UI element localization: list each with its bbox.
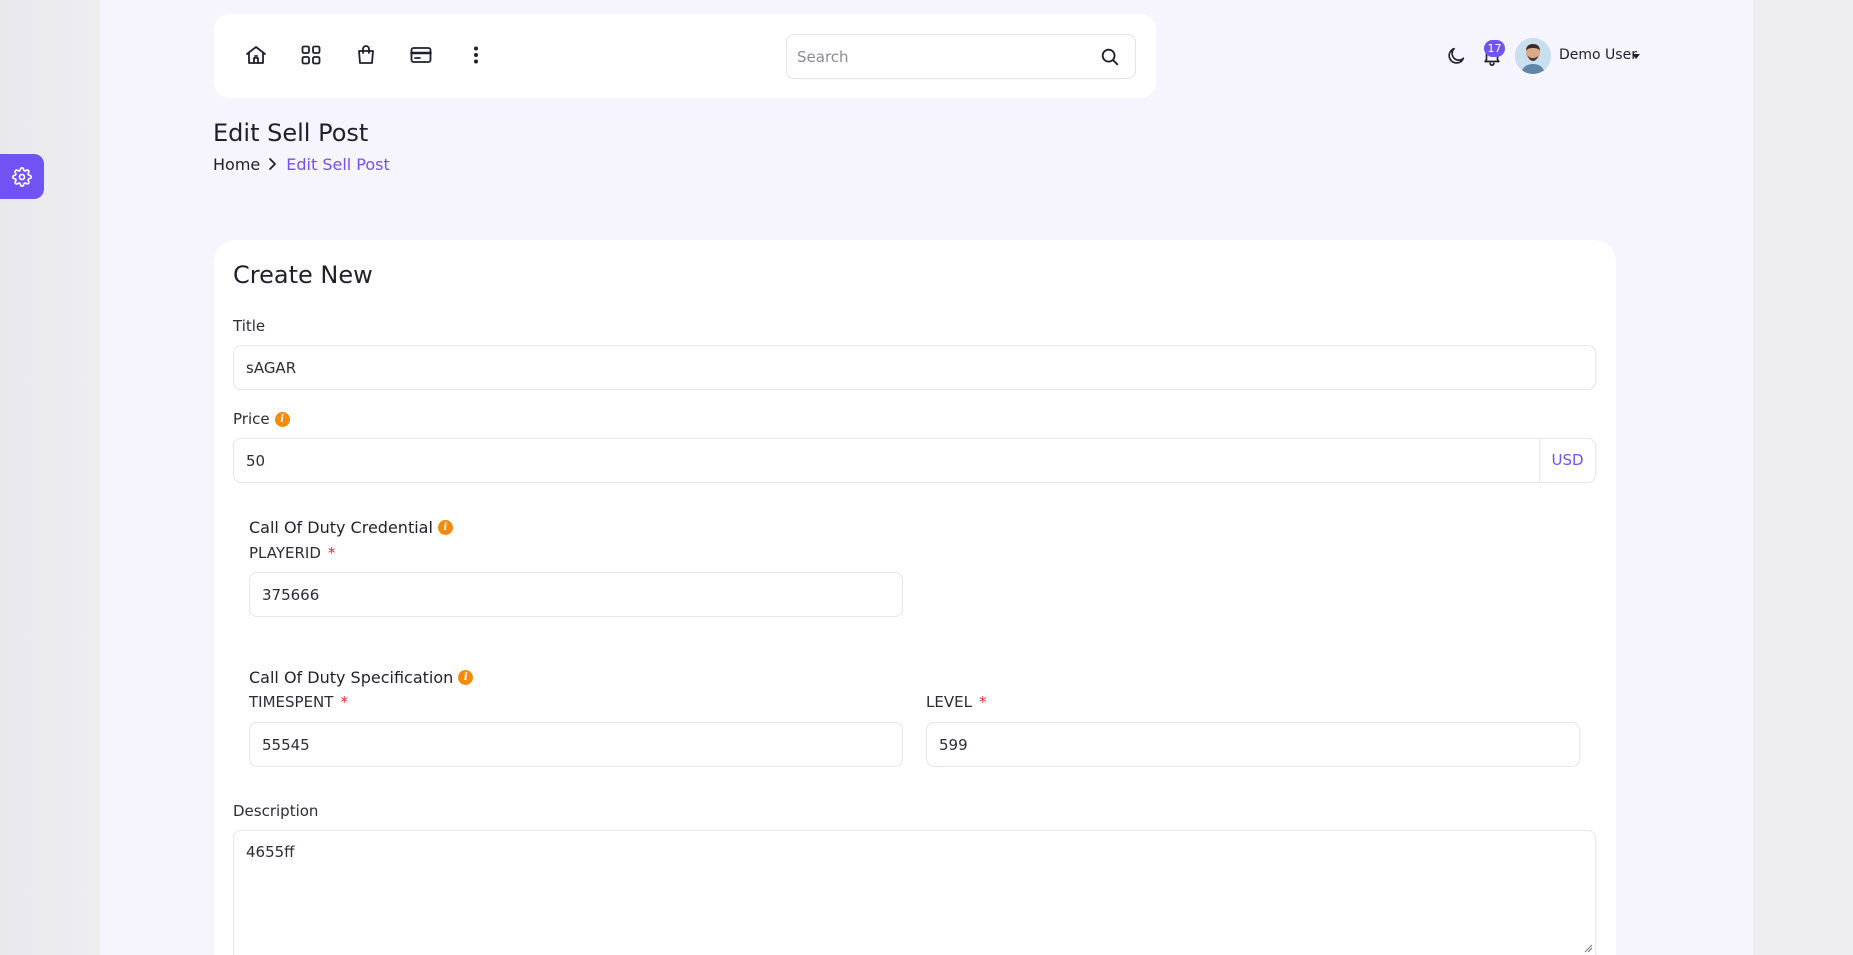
timespent-label-text: TIMESPENT	[249, 693, 334, 711]
user-menu-name[interactable]: Demo User	[1559, 47, 1637, 63]
user-portrait-icon	[1515, 38, 1551, 74]
description-field: 4655ff	[233, 830, 1596, 955]
search-icon[interactable]	[1099, 46, 1121, 68]
timespent-label: TIMESPENT *	[249, 693, 348, 711]
credential-section-text: Call Of Duty Credential	[249, 518, 433, 537]
apps-grid-icon[interactable]	[299, 43, 323, 67]
currency-addon: USD	[1539, 439, 1595, 482]
avatar[interactable]	[1515, 38, 1551, 74]
description-textarea[interactable]: 4655ff	[246, 843, 1583, 943]
breadcrumb: Home Edit Sell Post	[213, 154, 390, 174]
price-label: Price i	[233, 410, 290, 428]
timespent-input[interactable]	[262, 723, 890, 766]
info-icon[interactable]: i	[274, 411, 290, 427]
user-menu-caret-icon[interactable]	[1632, 54, 1640, 59]
title-field	[233, 345, 1596, 390]
title-input[interactable]	[246, 346, 1583, 389]
spec-section-title: Call Of Duty Specification i	[249, 668, 474, 687]
left-edge-shade	[0, 0, 100, 955]
breadcrumb-home-link[interactable]: Home	[213, 155, 260, 174]
required-marker: *	[340, 693, 348, 711]
price-field: USD	[233, 438, 1596, 483]
title-label-text: Title	[233, 317, 266, 335]
spec-section-text: Call Of Duty Specification	[249, 668, 454, 687]
playerid-label: PLAYERID *	[249, 544, 335, 562]
form-heading: Create New	[233, 261, 373, 289]
title-label: Title	[233, 317, 265, 335]
playerid-input[interactable]	[262, 573, 890, 616]
home-icon[interactable]	[244, 43, 268, 67]
info-icon[interactable]: i	[458, 670, 474, 685]
credential-section-title: Call Of Duty Credential i	[249, 518, 453, 537]
level-input[interactable]	[939, 723, 1567, 766]
page-title: Edit Sell Post	[213, 119, 369, 147]
required-marker: *	[978, 693, 987, 711]
search-input[interactable]	[797, 35, 1087, 78]
description-label-text: Description	[233, 802, 319, 820]
price-label-text: Price	[233, 410, 270, 428]
settings-toggle-button[interactable]	[0, 154, 44, 199]
required-marker: *	[327, 544, 336, 562]
chevron-right-icon	[268, 157, 280, 171]
credit-card-icon[interactable]	[409, 43, 433, 67]
info-icon[interactable]: i	[437, 520, 453, 535]
gear-icon	[12, 166, 32, 187]
timespent-field	[249, 722, 903, 767]
shopping-bag-icon[interactable]	[354, 43, 378, 67]
price-input[interactable]	[246, 439, 1526, 482]
playerid-field	[249, 572, 903, 617]
level-label: LEVEL *	[926, 693, 986, 711]
playerid-label-text: PLAYERID	[249, 544, 321, 562]
dark-mode-moon-icon[interactable]	[1445, 45, 1467, 67]
level-field	[926, 722, 1580, 767]
more-vertical-icon[interactable]	[464, 43, 488, 67]
search-field	[786, 34, 1136, 79]
description-label: Description	[233, 802, 318, 820]
resize-grip-icon[interactable]	[1583, 943, 1593, 953]
notification-count-badge: 17	[1484, 40, 1505, 57]
level-label-text: LEVEL	[926, 693, 972, 711]
breadcrumb-current-link[interactable]: Edit Sell Post	[286, 155, 390, 174]
